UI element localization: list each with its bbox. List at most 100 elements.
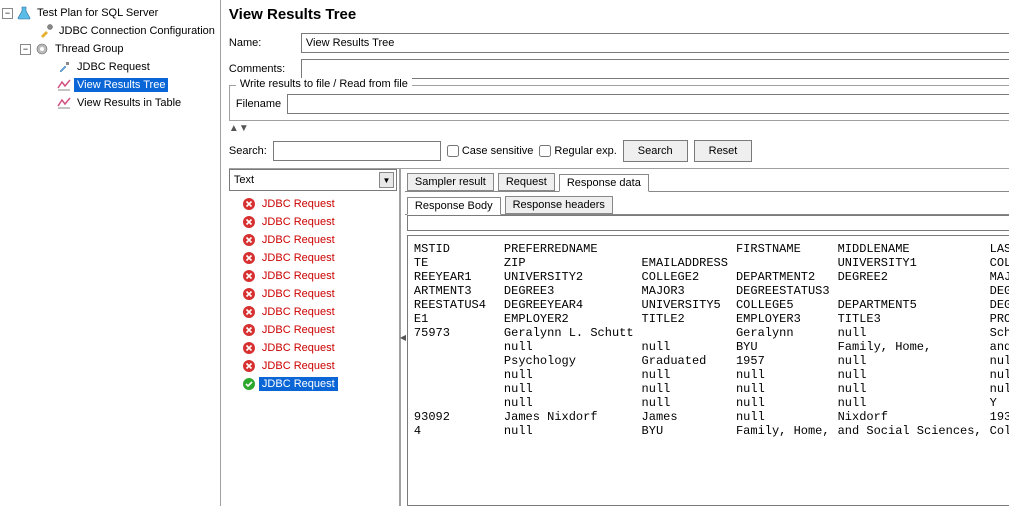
expander-icon[interactable]: − xyxy=(20,44,31,55)
table-cell: EMPLOYER3 xyxy=(736,312,838,326)
table-cell: DEGREEYEAR3 xyxy=(990,284,1009,298)
table-cell: MAJOR3 xyxy=(642,284,736,298)
result-item[interactable]: JDBC Request xyxy=(241,285,397,303)
case-sensitive-checkbox[interactable]: Case sensitive xyxy=(447,145,534,157)
table-cell: Nixdorf xyxy=(838,410,990,424)
table-row: 75973Geralynn L. SchuttGeralynnnullSchut… xyxy=(414,326,1009,340)
filename-input[interactable] xyxy=(287,94,1009,114)
split-handle-top[interactable]: ▲▼ xyxy=(229,121,1009,136)
tree-item-jdbc-request[interactable]: JDBC Request xyxy=(2,58,218,76)
table-cell: null xyxy=(838,396,990,410)
fieldset-legend: Write results to file / Read from file xyxy=(236,78,412,90)
table-cell xyxy=(414,340,504,354)
table-cell xyxy=(642,242,736,256)
table-cell: and Social Sciences, xyxy=(838,424,990,438)
tree-item-thread-group[interactable]: − Thread Group xyxy=(2,40,218,58)
table-cell: Graduated xyxy=(642,354,736,368)
tree-item-view-results-tree[interactable]: View Results Tree xyxy=(2,76,218,94)
renderer-combo[interactable]: Text ▼ xyxy=(229,169,397,191)
table-row: REEYEAR1UNIVERSITY2COLLEGE2DEPARTMENT2DE… xyxy=(414,270,1009,284)
table-cell: REESTATUS4 xyxy=(414,298,504,312)
result-item-label: JDBC Request xyxy=(259,269,338,283)
result-item[interactable]: JDBC Request xyxy=(241,195,397,213)
table-cell: UNIVERSITY5 xyxy=(642,298,736,312)
table-cell: null xyxy=(736,396,838,410)
table-cell: null xyxy=(504,368,642,382)
table-cell: COLLEGE2 xyxy=(642,270,736,284)
error-icon xyxy=(241,340,257,356)
error-icon xyxy=(241,214,257,230)
table-cell: BYU xyxy=(642,424,736,438)
regex-checkbox[interactable]: Regular exp. xyxy=(539,145,616,157)
table-cell: 4 xyxy=(414,424,504,438)
table-cell: null xyxy=(990,354,1009,368)
table-cell: DEGREE2 xyxy=(838,270,990,284)
table-row: PsychologyGraduated1957nullnull xyxy=(414,354,1009,368)
table-cell: null xyxy=(504,340,642,354)
table-cell xyxy=(838,284,990,298)
tab-sampler-result[interactable]: Sampler result xyxy=(407,173,494,191)
table-cell: MAJOR2 xyxy=(990,270,1009,284)
results-list: JDBC RequestJDBC RequestJDBC RequestJDBC… xyxy=(229,193,399,506)
tab-request[interactable]: Request xyxy=(498,173,555,191)
table-cell: James Nixdorf xyxy=(504,410,642,424)
tree-label: JDBC Request xyxy=(74,60,153,74)
tree-label: Test Plan for SQL Server xyxy=(34,6,161,20)
name-row: Name: xyxy=(229,33,1009,53)
tab-response-data[interactable]: Response data xyxy=(559,174,649,192)
search-button[interactable]: Search xyxy=(623,140,688,162)
result-item[interactable]: JDBC Request xyxy=(241,303,397,321)
flask-icon xyxy=(16,5,32,21)
table-cell: DEPARTMENT2 xyxy=(736,270,838,284)
table-cell: null xyxy=(838,326,990,340)
result-item-label: JDBC Request xyxy=(259,215,338,229)
table-cell: LASTNAME xyxy=(990,242,1009,256)
table-cell: null xyxy=(838,382,990,396)
result-item[interactable]: JDBC Request xyxy=(241,267,397,285)
file-fieldset: Write results to file / Read from file F… xyxy=(229,85,1009,121)
table-cell: PROCESSED xyxy=(990,312,1009,326)
search-input[interactable] xyxy=(273,141,441,161)
chevron-down-icon: ▼ xyxy=(379,172,394,188)
main-panel: View Results Tree Name: Comments: Write … xyxy=(221,0,1009,506)
tree-item-view-results-table[interactable]: View Results in Table xyxy=(2,94,218,112)
result-item[interactable]: JDBC Request xyxy=(241,249,397,267)
result-item[interactable]: JDBC Request xyxy=(241,375,397,393)
result-item[interactable]: JDBC Request xyxy=(241,321,397,339)
result-tabs: Sampler result Request Response data xyxy=(405,169,1009,191)
error-icon xyxy=(241,286,257,302)
result-item-label: JDBC Request xyxy=(259,359,338,373)
result-item-label: JDBC Request xyxy=(259,287,338,301)
result-item[interactable]: JDBC Request xyxy=(241,339,397,357)
table-cell: DEGREE3 xyxy=(504,284,642,298)
table-row: REESTATUS4DEGREEYEAR4UNIVERSITY5COLLEGE5… xyxy=(414,298,1009,312)
subtab-response-headers[interactable]: Response headers xyxy=(505,196,613,214)
tree-item-jdbc-config[interactable]: JDBC Connection Configuration xyxy=(2,22,218,40)
comments-input[interactable] xyxy=(301,59,1009,79)
response-body-text[interactable]: MSTIDPREFERREDNAMEFIRSTNAMEMIDDLENAMELAS… xyxy=(407,235,1009,506)
search-row: Search: Case sensitive Regular exp. Sear… xyxy=(229,136,1009,168)
case-sensitive-box[interactable] xyxy=(447,145,459,157)
result-item[interactable]: JDBC Request xyxy=(241,231,397,249)
table-cell: ARTMENT3 xyxy=(414,284,504,298)
subtab-response-body[interactable]: Response Body xyxy=(407,197,501,215)
table-cell: null xyxy=(504,424,642,438)
response-data-table: MSTIDPREFERREDNAMEFIRSTNAMEMIDDLENAMELAS… xyxy=(414,242,1009,438)
expander-icon[interactable]: − xyxy=(2,8,13,19)
table-cell: null xyxy=(504,396,642,410)
regex-label: Regular exp. xyxy=(554,145,616,157)
table-cell: and Social Scie xyxy=(990,340,1009,354)
error-icon xyxy=(241,268,257,284)
result-item[interactable]: JDBC Request xyxy=(241,213,397,231)
table-cell xyxy=(414,368,504,382)
regex-box[interactable] xyxy=(539,145,551,157)
table-row: nullnullnullnullnull xyxy=(414,382,1009,396)
name-input[interactable] xyxy=(301,33,1009,53)
table-cell: James xyxy=(642,410,736,424)
table-cell: Y xyxy=(990,396,1009,410)
tree-root[interactable]: − Test Plan for SQL Server xyxy=(2,4,218,22)
table-cell: EMPLOYER2 xyxy=(504,312,642,326)
result-item[interactable]: JDBC Request xyxy=(241,357,397,375)
table-cell: COLLEGE5 xyxy=(736,298,838,312)
reset-button[interactable]: Reset xyxy=(694,140,753,162)
